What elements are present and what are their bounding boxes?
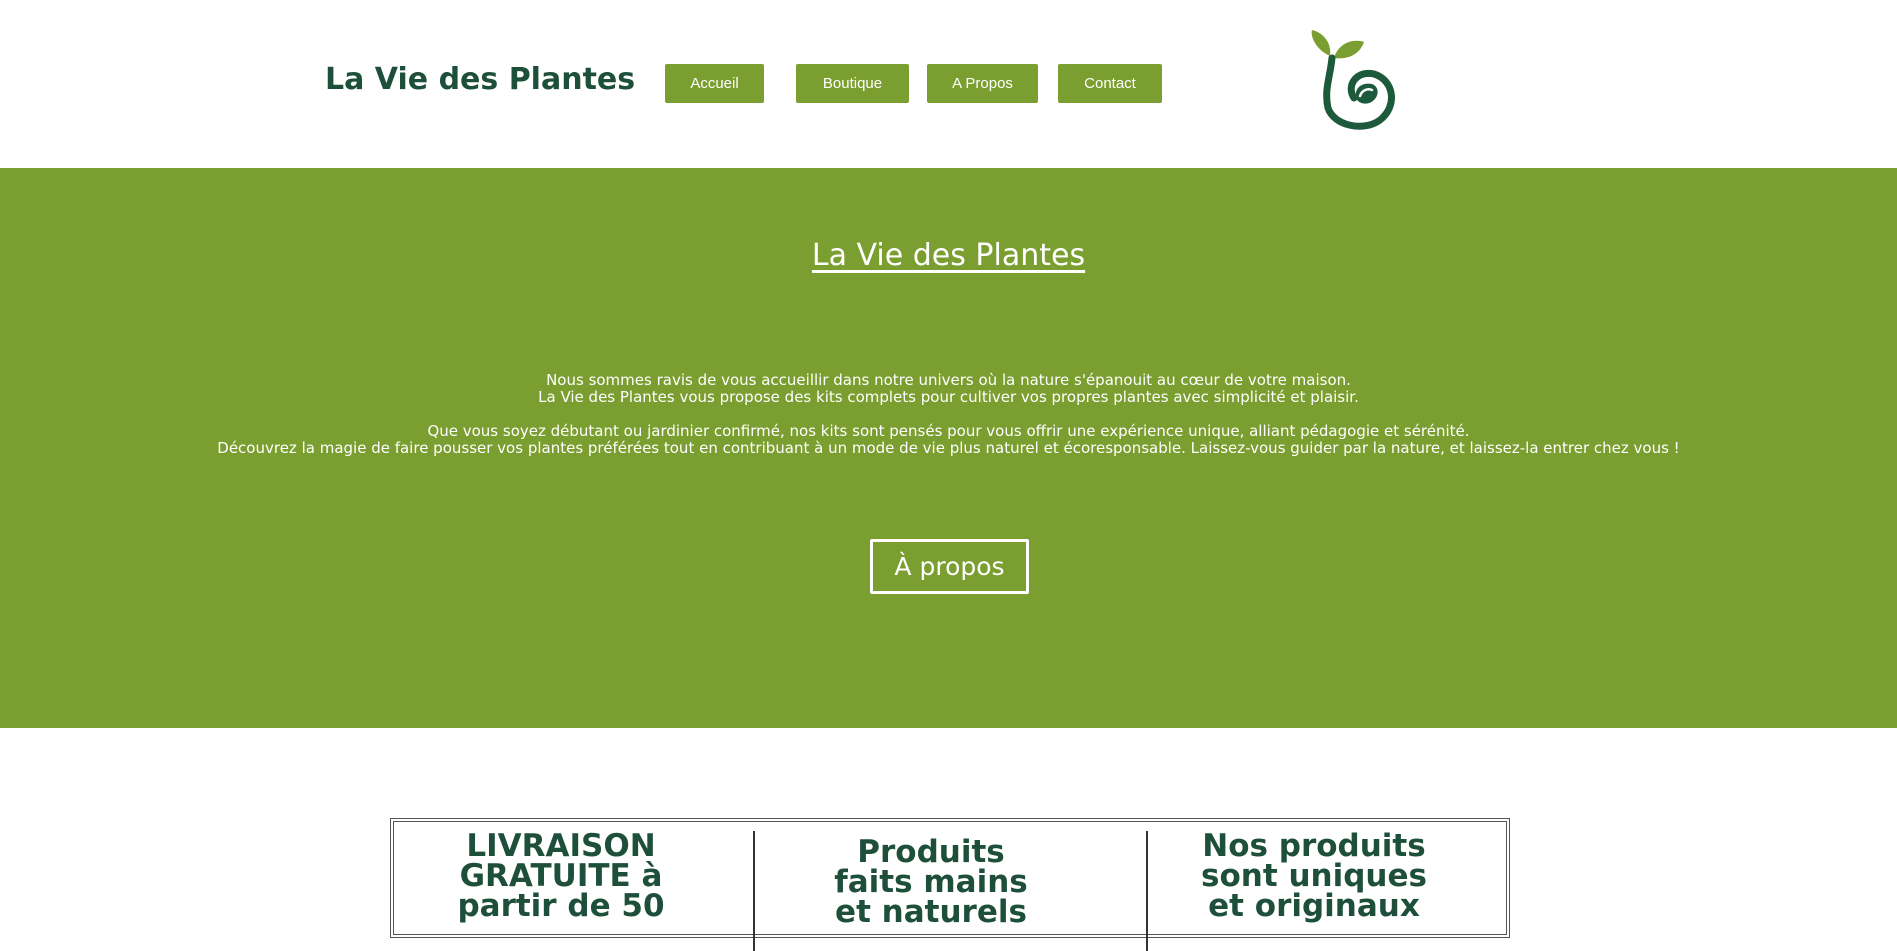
feature-divider <box>1146 831 1148 951</box>
feature-free-delivery: LIVRAISON GRATUITE à partir de 50 <box>457 828 665 924</box>
sprout-swirl-logo-icon[interactable] <box>1308 28 1404 132</box>
hero-paragraph-4: Découvrez la magie de faire pousser vos … <box>217 439 1680 457</box>
feature-unique-products: Nos produits sont uniques et originaux <box>1201 828 1427 924</box>
site-header: La Vie des Plantes Accueil Boutique A Pr… <box>0 0 1897 168</box>
hero-paragraph-3: Que vous soyez débutant ou jardinier con… <box>427 422 1470 440</box>
about-button[interactable]: À propos <box>870 539 1029 594</box>
site-title[interactable]: La Vie des Plantes <box>325 62 635 97</box>
hero-paragraph-1: Nous sommes ravis de vous accueillir dan… <box>546 371 1351 389</box>
feature-divider <box>753 831 755 951</box>
hero-section: La Vie des Plantes Nous sommes ravis de … <box>0 168 1897 728</box>
nav-apropos-button[interactable]: A Propos <box>927 64 1038 103</box>
hero-title: La Vie des Plantes <box>811 238 1086 273</box>
feature-handmade: Produits faits mains et naturels <box>834 834 1028 930</box>
hero-paragraph-2: La Vie des Plantes vous propose des kits… <box>538 388 1359 406</box>
nav-contact-button[interactable]: Contact <box>1058 64 1162 103</box>
nav-boutique-button[interactable]: Boutique <box>796 64 909 103</box>
nav-accueil-button[interactable]: Accueil <box>665 64 764 103</box>
features-box: LIVRAISON GRATUITE à partir de 50 Produi… <box>390 818 1510 951</box>
hero-description: Nous sommes ravis de vous accueillir dan… <box>0 372 1897 457</box>
